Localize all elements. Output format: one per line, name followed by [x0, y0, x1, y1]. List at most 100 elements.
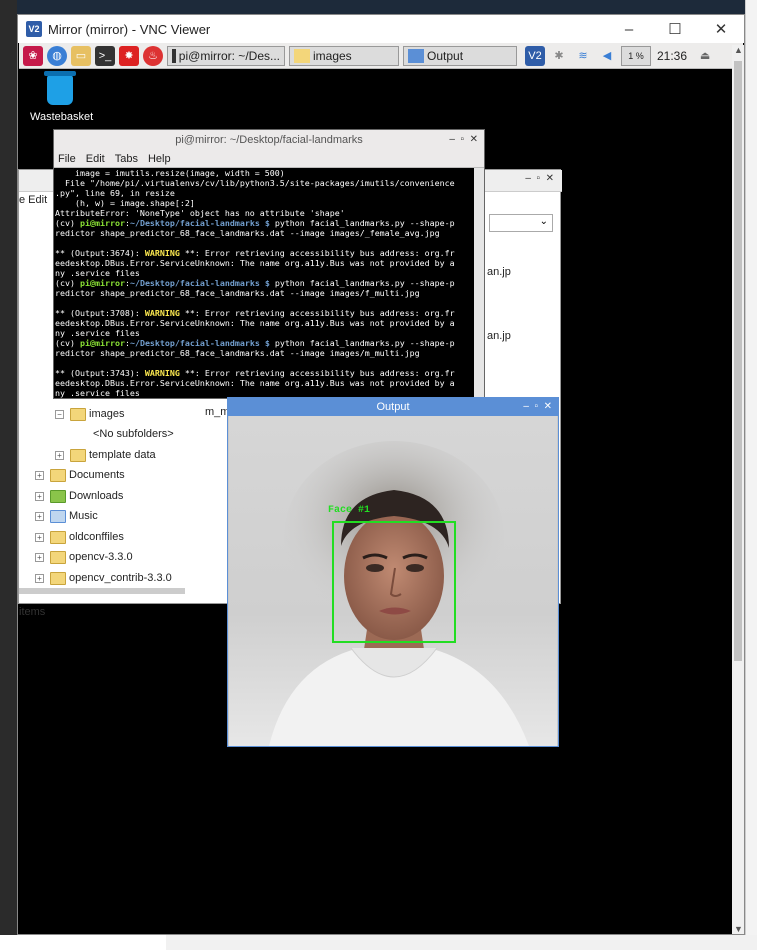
tree-label: Music	[69, 510, 98, 522]
tree-item-oldconffiles[interactable]: + oldconffiles	[35, 527, 124, 547]
vnc-vertical-scrollbar[interactable]: ▲ ▼	[732, 45, 744, 934]
folder-icon	[50, 550, 66, 564]
menu-edit[interactable]: Edit	[86, 153, 105, 165]
expand-icon[interactable]: +	[35, 491, 44, 501]
face-label: Face #1	[328, 505, 371, 516]
file-manager-icon[interactable]: ▭	[71, 45, 91, 66]
expand-icon[interactable]: +	[35, 470, 44, 480]
terminal-scrollbar[interactable]	[474, 168, 484, 398]
face-bounding-box	[332, 521, 456, 643]
folder-icon	[70, 448, 86, 462]
output-window: Output – ▫ ✕ Face #1	[227, 397, 559, 747]
task-label: pi@mirror: ~/Des...	[178, 48, 280, 63]
tree-label: oldconffiles	[69, 531, 124, 543]
expand-icon[interactable]: +	[35, 573, 44, 583]
tree-label: <No subfolders>	[93, 428, 174, 440]
minimize-button[interactable]: –	[606, 15, 652, 43]
tree-label: opencv-3.3.0	[69, 551, 133, 563]
folder-icon	[50, 530, 66, 544]
terminal-output[interactable]: image = imutils.resize(image, width = 50…	[54, 168, 474, 398]
folder-icon	[50, 468, 66, 482]
wastebasket-desktop-icon[interactable]: Wastebasket	[30, 71, 94, 133]
file-item[interactable]: an.jp	[487, 330, 511, 342]
volume-icon[interactable]: ◀	[597, 46, 617, 66]
cpu-monitor[interactable]: 1 %	[621, 45, 651, 66]
tree-hscrollbar[interactable]	[19, 588, 185, 594]
raspberry-menu-icon[interactable]: ❀	[23, 45, 43, 66]
tree-label: template data	[89, 449, 156, 461]
output-title: Output	[376, 401, 410, 413]
tree-label: Downloads	[69, 490, 124, 502]
browser-icon[interactable]: ◍	[47, 45, 67, 66]
menu-help[interactable]: Help	[148, 153, 171, 165]
fm-window-controls[interactable]: – ▫ ✕	[525, 173, 554, 184]
tree-item-documents[interactable]: + Documents	[35, 465, 125, 485]
fm-menu-partial[interactable]: e Edit	[19, 194, 47, 206]
tree-label: Documents	[69, 469, 125, 481]
host-bottom-bar	[0, 935, 757, 950]
music-folder-icon	[50, 509, 66, 523]
folder-icon	[50, 571, 66, 585]
task-label: images	[313, 48, 352, 63]
task-terminal[interactable]: pi@mirror: ~/Des...	[167, 45, 285, 66]
vnc-logo-icon: V2	[26, 21, 42, 37]
menu-tabs[interactable]: Tabs	[115, 153, 138, 165]
tree-item-downloads[interactable]: + Downloads	[35, 486, 123, 506]
pi-taskbar: ❀ ◍ ▭ >_ ✸ ♨ pi@mirror: ~/Des... images …	[19, 43, 743, 69]
clock[interactable]: 21:36	[657, 49, 687, 63]
scrollbar-thumb[interactable]	[734, 61, 742, 661]
download-folder-icon	[50, 489, 66, 503]
wastebasket-label: Wastebasket	[30, 111, 94, 123]
window-task-icon	[408, 48, 424, 63]
menu-file[interactable]: File	[58, 153, 76, 165]
task-output[interactable]: Output	[403, 45, 517, 66]
tree-item-opencv[interactable]: + opencv-3.3.0	[35, 547, 133, 567]
tree-item-opencv-contrib[interactable]: + opencv_contrib-3.3.0	[35, 568, 172, 588]
terminal-window-controls[interactable]: – ▫ ✕	[449, 130, 478, 150]
expand-icon[interactable]: +	[35, 532, 44, 542]
wifi-icon[interactable]: ≋	[573, 46, 593, 66]
host-top-bar	[0, 0, 757, 14]
folder-icon	[70, 407, 86, 421]
tree-item-no-subfolders: <No subfolders>	[93, 424, 174, 444]
folder-tree: − images <No subfolders> + template data +…	[19, 402, 197, 600]
tree-item-template-data[interactable]: + template data	[55, 445, 156, 465]
scroll-up-icon[interactable]: ▲	[734, 45, 743, 55]
close-button[interactable]: ✕	[698, 15, 744, 43]
host-left-panel	[0, 0, 17, 950]
host-right-panel	[745, 0, 757, 950]
file-item[interactable]: m_m	[205, 406, 229, 418]
output-window-controls[interactable]: – ▫ ✕	[523, 398, 552, 416]
task-label: Output	[427, 48, 464, 63]
wolfram-icon[interactable]: ♨	[143, 45, 163, 66]
vnc-window-title: Mirror (mirror) - VNC Viewer	[48, 21, 211, 37]
collapse-icon[interactable]: −	[55, 409, 64, 419]
terminal-task-icon	[172, 48, 176, 63]
vnc-viewer-window: V2 Mirror (mirror) - VNC Viewer – ☐ ✕ ❀ …	[17, 14, 745, 935]
vnc-titlebar: V2 Mirror (mirror) - VNC Viewer – ☐ ✕	[18, 15, 744, 43]
file-item[interactable]: an.jp	[487, 266, 511, 278]
mathematica-icon[interactable]: ✸	[119, 45, 139, 66]
terminal-menu: File Edit Tabs Help	[54, 150, 484, 168]
maximize-button[interactable]: ☐	[652, 15, 698, 43]
tree-label: images	[89, 408, 125, 420]
expand-icon[interactable]: +	[55, 450, 64, 460]
path-dropdown[interactable]: ⌄	[489, 214, 553, 232]
vnc-tray-icon[interactable]: V2	[525, 45, 545, 66]
eject-icon[interactable]: ⏏	[695, 46, 715, 66]
expand-icon[interactable]: +	[35, 511, 44, 521]
bluetooth-icon[interactable]: ✱	[549, 46, 569, 66]
scroll-down-icon[interactable]: ▼	[734, 924, 743, 934]
terminal-window: pi@mirror: ~/Desktop/facial-landmarks – …	[53, 129, 485, 399]
output-titlebar: Output – ▫ ✕	[228, 398, 558, 416]
terminal-title: pi@mirror: ~/Desktop/facial-landmarks	[175, 134, 363, 146]
tree-label: opencv_contrib-3.3.0	[69, 572, 172, 584]
fm-status-bar: items	[19, 606, 46, 618]
terminal-icon[interactable]: >_	[95, 45, 115, 66]
trash-icon	[44, 71, 76, 105]
task-images[interactable]: images	[289, 45, 399, 66]
tree-item-music[interactable]: + Music	[35, 506, 98, 526]
tree-item-images[interactable]: − images	[55, 404, 124, 424]
expand-icon[interactable]: +	[35, 552, 44, 562]
terminal-titlebar: pi@mirror: ~/Desktop/facial-landmarks – …	[54, 130, 484, 150]
